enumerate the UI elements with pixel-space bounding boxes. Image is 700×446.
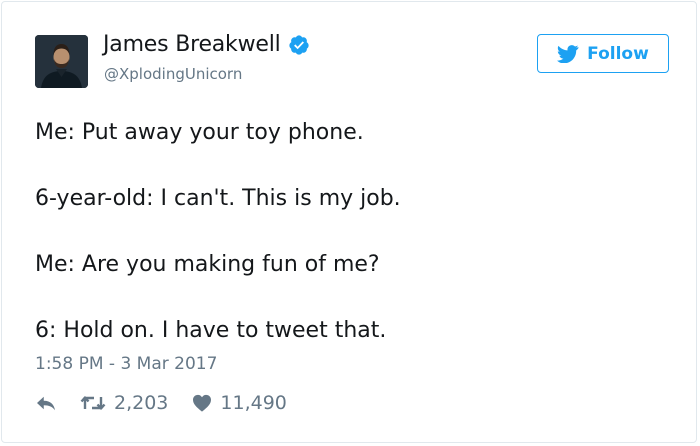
- tweet-timestamp[interactable]: 1:58 PM - 3 Mar 2017: [35, 354, 217, 374]
- avatar-image: [35, 35, 88, 88]
- follow-button-label: Follow: [587, 43, 649, 64]
- retweet-icon: [80, 396, 106, 410]
- avatar[interactable]: [35, 35, 88, 88]
- tweet-line: Me: Are you making fun of me?: [35, 252, 380, 277]
- reply-icon: [37, 396, 55, 411]
- name-row: James Breakwell: [103, 32, 310, 57]
- tweet-line: 6: Hold on. I have to tweet that.: [35, 318, 387, 343]
- reply-button[interactable]: [35, 394, 57, 412]
- retweet-count: 2,203: [114, 392, 169, 414]
- verified-badge-icon: [288, 34, 310, 56]
- user-handle[interactable]: @XplodingUnicorn: [104, 65, 242, 83]
- like-count: 11,490: [220, 392, 287, 414]
- tweet-line: Me: Put away your toy phone.: [35, 120, 364, 145]
- twitter-bird-icon: [557, 44, 579, 63]
- heart-icon: [193, 394, 212, 412]
- like-button[interactable]: 11,490: [192, 392, 287, 414]
- tweet-actions: 2,203 11,490: [35, 392, 287, 414]
- tweet-card: James Breakwell @XplodingUnicorn Follow …: [1, 1, 697, 443]
- display-name[interactable]: James Breakwell: [103, 32, 281, 57]
- follow-button[interactable]: Follow: [537, 34, 669, 73]
- tweet-line: 6-year-old: I can't. This is my job.: [35, 186, 401, 211]
- retweet-button[interactable]: 2,203: [80, 392, 168, 414]
